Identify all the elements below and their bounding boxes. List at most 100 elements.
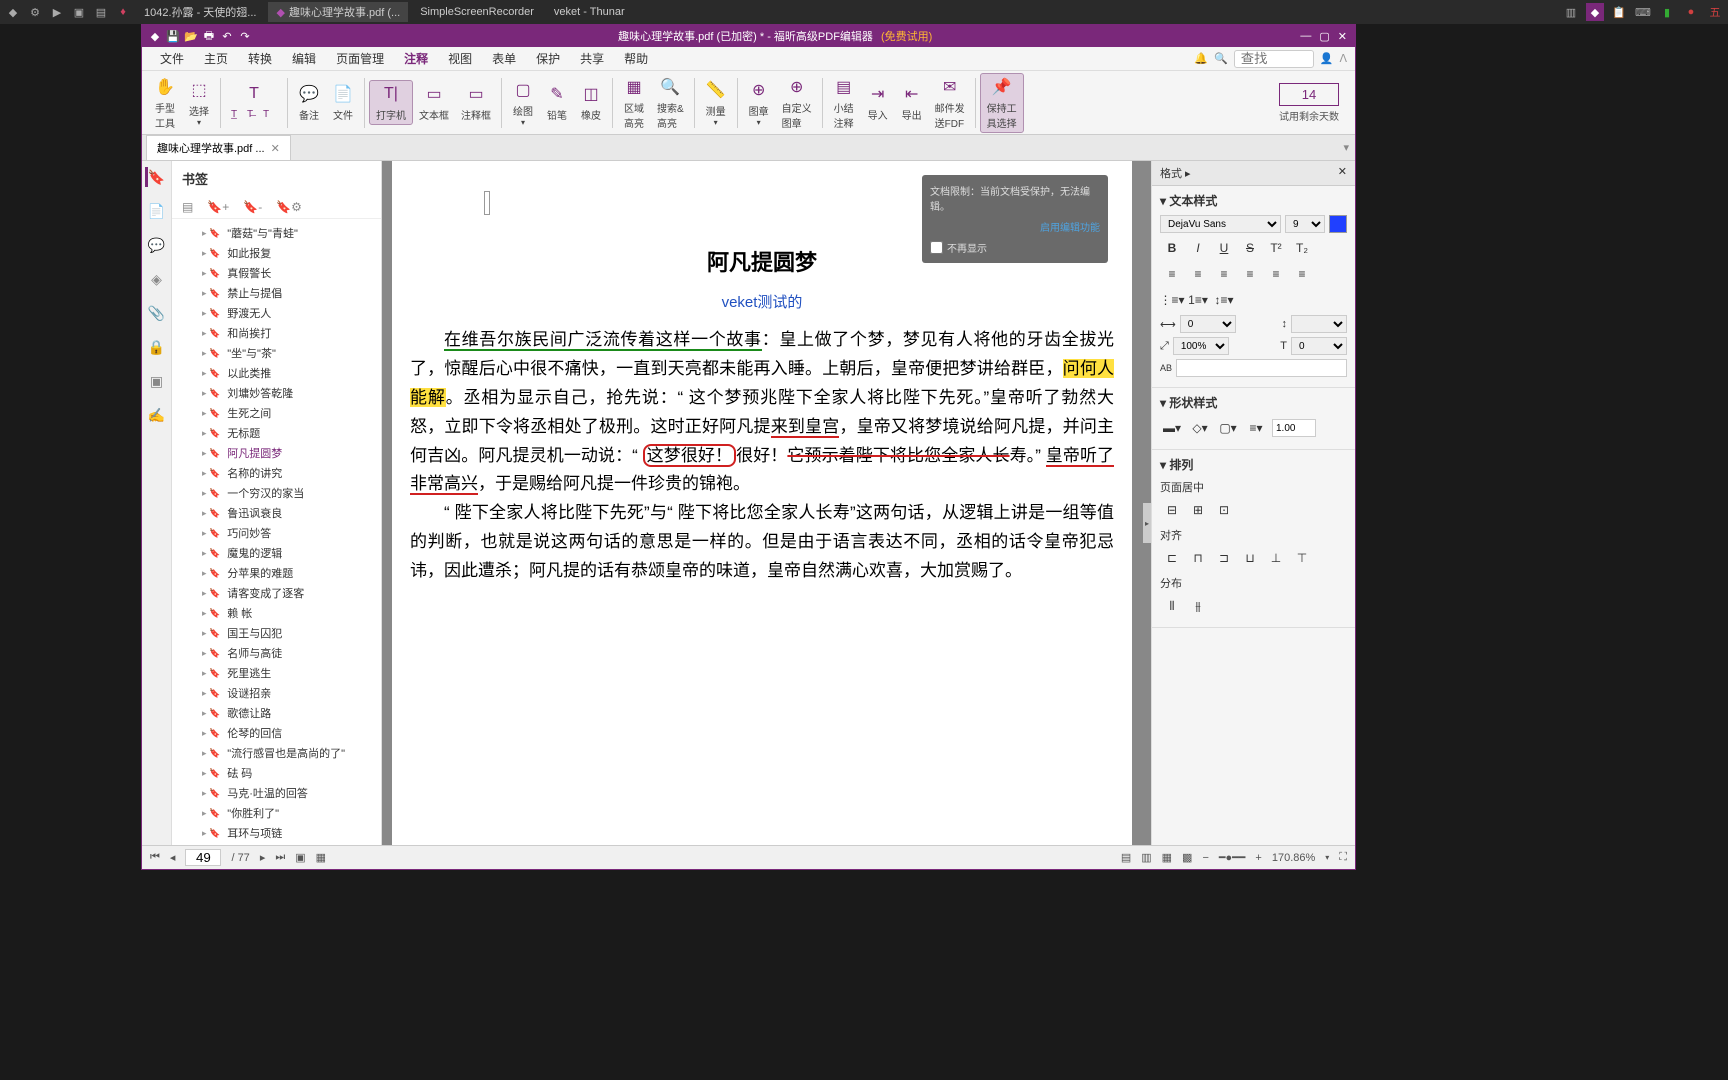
menu-annotate[interactable]: 注释 <box>394 47 438 70</box>
bookmark-item[interactable]: 如此报复 <box>172 243 381 263</box>
taskbar-app[interactable]: veket - Thunar <box>546 4 633 20</box>
line-style-button[interactable]: ▢▾ <box>1216 417 1240 439</box>
number-list-button[interactable]: 1≡▾ <box>1186 289 1210 311</box>
bookmark-item[interactable]: 砝 码 <box>172 763 381 783</box>
bookmark-item[interactable]: 死里逃生 <box>172 663 381 683</box>
tb-icon[interactable]: ▣ <box>70 3 88 21</box>
line-dash-button[interactable]: ≡▾ <box>1244 417 1268 439</box>
align-dist-button[interactable]: ≡ <box>1290 263 1314 285</box>
align-left-button[interactable]: ≡ <box>1160 263 1184 285</box>
tb-icon[interactable]: ▶ <box>48 3 66 21</box>
menu-file[interactable]: 文件 <box>150 47 194 70</box>
tool-draw[interactable]: ▢绘图▾ <box>506 77 540 129</box>
align-right-button[interactable]: ≡ <box>1212 263 1236 285</box>
format-tab[interactable]: 格式 ▸✕ <box>1152 161 1355 186</box>
layout1-icon[interactable]: ▤ <box>1121 851 1131 864</box>
tb-icon[interactable]: ♦ <box>114 3 132 21</box>
zoom-in-button[interactable]: + <box>1255 852 1261 864</box>
tool-search-highlight[interactable]: 🔍搜索& 高亮 <box>651 74 690 132</box>
tool-import[interactable]: ⇥导入 <box>861 81 895 124</box>
view-mode1-icon[interactable]: ▣ <box>295 851 305 864</box>
print-icon[interactable]: 🖶 <box>202 29 216 43</box>
bookmark-item[interactable]: 请客变成了逐客 <box>172 583 381 603</box>
subscript-button[interactable]: T₂ <box>1290 237 1314 259</box>
bookmark-item[interactable]: "坐"与"茶" <box>172 343 381 363</box>
user-icon[interactable]: 👤 <box>1320 52 1334 65</box>
tray-icon[interactable]: ◆ <box>1586 3 1604 21</box>
comments-rail-icon[interactable]: 💬 <box>147 235 167 255</box>
font-color-swatch[interactable] <box>1329 215 1347 233</box>
bookmark-item[interactable]: 国王与囚犯 <box>172 623 381 643</box>
center-both-button[interactable]: ⊡ <box>1212 499 1236 521</box>
layout2-icon[interactable]: ▥ <box>1141 851 1151 864</box>
tool-file-attach[interactable]: 📄文件 <box>326 81 360 124</box>
undo-icon[interactable]: ↶ <box>220 29 234 43</box>
align-justify2-button[interactable]: ≡ <box>1264 263 1288 285</box>
close-panel-icon[interactable]: ✕ <box>1338 165 1347 181</box>
dist-h-button[interactable]: ⫴ <box>1160 595 1184 617</box>
bookmark-item[interactable]: 设谜招亲 <box>172 683 381 703</box>
open-icon[interactable]: 📂 <box>184 29 198 43</box>
tool-mail-fdf[interactable]: ✉邮件发 送FDF <box>929 74 971 132</box>
align-l-button[interactable]: ⊏ <box>1160 547 1184 569</box>
taskbar-app[interactable]: 1042.孙露 - 天使的翅... <box>136 2 264 22</box>
tabs-dropdown-icon[interactable]: ▾ <box>1337 141 1355 154</box>
tool-export[interactable]: ⇤导出 <box>895 81 929 124</box>
close-icon[interactable]: ✕ <box>1338 30 1347 43</box>
layers-rail-icon[interactable]: ◈ <box>147 269 167 289</box>
bookmark-item[interactable]: 真假警长 <box>172 263 381 283</box>
tray-icon[interactable]: 五 <box>1706 3 1724 21</box>
tool-keep-selected[interactable]: 📌保持工 具选择 <box>980 73 1024 133</box>
menu-pages[interactable]: 页面管理 <box>326 47 394 70</box>
last-page-button[interactable]: ⏭ <box>275 851 285 864</box>
layout3-icon[interactable]: ▦ <box>1162 851 1172 864</box>
bookmark-item[interactable]: 马克·吐温的回答 <box>172 783 381 803</box>
dist-v-button[interactable]: ⫵ <box>1186 595 1210 617</box>
ab-input[interactable] <box>1176 359 1347 377</box>
layout4-icon[interactable]: ▩ <box>1182 851 1192 864</box>
tray-icon[interactable]: 📋 <box>1610 3 1628 21</box>
page-number-input[interactable] <box>185 849 221 866</box>
bookmarks-rail-icon[interactable]: 🔖 <box>145 167 165 187</box>
para-spacing-select[interactable] <box>1291 315 1347 333</box>
menu-form[interactable]: 表单 <box>482 47 526 70</box>
minimize-icon[interactable]: — <box>1300 30 1311 43</box>
tool-text-markup[interactable]: TT̲T̶T <box>225 81 283 125</box>
start-icon[interactable]: ◆ <box>4 3 22 21</box>
bookmark-item[interactable]: "流行感冒也是高尚的了" <box>172 743 381 763</box>
taskbar-app[interactable]: SimpleScreenRecorder <box>412 4 542 20</box>
bookmark-item[interactable]: 野渡无人 <box>172 303 381 323</box>
superscript-button[interactable]: T² <box>1264 237 1288 259</box>
bookmark-item[interactable]: 分苹果的难题 <box>172 563 381 583</box>
tool-callout[interactable]: ▭注释框 <box>455 81 497 124</box>
fullscreen-icon[interactable]: ⛶ <box>1339 851 1347 864</box>
bullet-list-button[interactable]: ⋮≡▾ <box>1160 289 1184 311</box>
zoom-value[interactable]: 170.86% <box>1272 852 1315 864</box>
scale-select[interactable]: 100% <box>1173 337 1229 355</box>
enable-edit-link[interactable]: 启用编辑功能 <box>930 219 1100 234</box>
tool-measure[interactable]: 📏测量▾ <box>699 77 733 129</box>
char-spacing-select[interactable]: 0 <box>1180 315 1236 333</box>
align-b-button[interactable]: ⊤ <box>1290 547 1314 569</box>
collapse-ribbon-icon[interactable]: ᐱ <box>1339 52 1347 65</box>
bm-add-icon[interactable]: 🔖+ <box>207 200 229 214</box>
signatures-rail-icon[interactable]: ✍ <box>147 405 167 425</box>
bookmark-item[interactable]: 耳环与项链 <box>172 823 381 843</box>
tool-custom-stamp[interactable]: ⊕自定义 图章 <box>776 74 818 132</box>
tab-close-icon[interactable]: ✕ <box>271 142 280 155</box>
bookmark-item[interactable]: 歌德让路 <box>172 703 381 723</box>
align-c-button[interactable]: ⊓ <box>1186 547 1210 569</box>
menu-convert[interactable]: 转换 <box>238 47 282 70</box>
bookmark-item[interactable]: 无标题 <box>172 423 381 443</box>
next-page-button[interactable]: ▸ <box>260 851 266 864</box>
tool-stamp[interactable]: ⊕图章▾ <box>742 77 776 129</box>
font-size-select[interactable]: 9 <box>1285 215 1325 233</box>
indent-select[interactable]: 0 <box>1291 337 1347 355</box>
tool-eraser[interactable]: ◫橡皮 <box>574 81 608 124</box>
first-page-button[interactable]: ⏮ <box>150 851 160 864</box>
tool-select[interactable]: ⬚选择▾ <box>182 77 216 129</box>
bookmark-item[interactable]: 名师与高徒 <box>172 643 381 663</box>
italic-button[interactable]: I <box>1186 237 1210 259</box>
strike-button[interactable]: S <box>1238 237 1262 259</box>
redo-icon[interactable]: ↷ <box>238 29 252 43</box>
